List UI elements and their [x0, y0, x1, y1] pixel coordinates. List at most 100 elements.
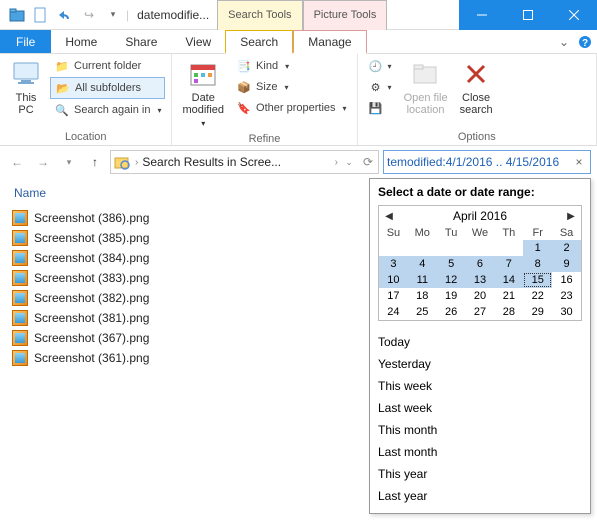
date-preset[interactable]: Today — [378, 333, 582, 351]
calendar-day[interactable]: 23 — [552, 288, 581, 304]
kind-button[interactable]: 📑Kind▾ — [232, 56, 351, 76]
window-title: datemodifie... — [129, 8, 217, 22]
collapse-ribbon-icon[interactable]: ⌄ — [555, 30, 573, 53]
date-preset[interactable]: This year — [378, 465, 582, 483]
maximize-button[interactable] — [505, 0, 551, 30]
all-subfolders-button[interactable]: 📂All subfolders — [50, 77, 165, 99]
calendar-day[interactable]: 28 — [494, 304, 523, 320]
size-button[interactable]: 📦Size▾ — [232, 77, 351, 97]
image-file-icon — [12, 310, 28, 326]
calendar-day[interactable]: 3 — [379, 256, 408, 272]
flyout-title: Select a date or date range: — [378, 185, 582, 199]
calendar-day[interactable]: 13 — [466, 272, 495, 288]
save-search-button[interactable]: 💾 — [364, 98, 396, 118]
file-name: Screenshot (367).png — [34, 331, 149, 345]
calendar-day[interactable]: 7 — [494, 256, 523, 272]
calendar-day — [379, 240, 408, 256]
calendar-day[interactable]: 29 — [523, 304, 552, 320]
back-button[interactable]: ← — [6, 151, 28, 173]
file-name: Screenshot (384).png — [34, 251, 149, 265]
date-preset[interactable]: Last month — [378, 443, 582, 461]
calendar-day[interactable]: 6 — [466, 256, 495, 272]
calendar-day[interactable]: 17 — [379, 288, 408, 304]
dow-label: Fr — [523, 226, 552, 240]
tab-view[interactable]: View — [171, 30, 225, 53]
advanced-options-button[interactable]: ⚙▾ — [364, 77, 396, 97]
calendar-day[interactable]: 30 — [552, 304, 581, 320]
image-file-icon — [12, 270, 28, 286]
refresh-icon[interactable]: ⟳ — [360, 151, 376, 173]
date-preset[interactable]: Last week — [378, 399, 582, 417]
tab-manage[interactable]: Manage — [293, 30, 366, 54]
date-preset[interactable]: Last year — [378, 487, 582, 505]
calendar-day[interactable]: 9 — [552, 256, 581, 272]
calendar-day[interactable]: 25 — [408, 304, 437, 320]
ribbon-group-refine: Date modified▾ 📑Kind▾ 📦Size▾ 🔖Other prop… — [172, 54, 357, 145]
date-preset[interactable]: Yesterday — [378, 355, 582, 373]
calendar-day[interactable]: 10 — [379, 272, 408, 288]
calendar-day[interactable]: 8 — [523, 256, 552, 272]
calendar-day[interactable]: 1 — [523, 240, 552, 256]
ribbon: This PC 📁Current folder 📂All subfolders … — [0, 54, 597, 146]
calendar-day[interactable]: 5 — [437, 256, 466, 272]
pc-icon — [10, 58, 42, 90]
search-input[interactable] — [387, 155, 571, 169]
search-box[interactable]: × — [383, 150, 591, 174]
next-month-icon[interactable]: ▶ — [565, 211, 577, 222]
calendar-day[interactable]: 12 — [437, 272, 466, 288]
image-file-icon — [12, 250, 28, 266]
date-modified-button[interactable]: Date modified▾ — [178, 56, 228, 132]
redo-icon[interactable]: ↪ — [78, 4, 100, 26]
search-again-button[interactable]: 🔍Search again in▾ — [50, 100, 165, 120]
calendar-day[interactable]: 11 — [408, 272, 437, 288]
calendar-day[interactable]: 21 — [494, 288, 523, 304]
history-dropdown[interactable]: ▾ — [58, 151, 80, 173]
prev-month-icon[interactable]: ◀ — [383, 211, 395, 222]
address-bar[interactable]: › Search Results in Scree... › ⌄ ⟳ — [110, 150, 379, 174]
calendar-day[interactable]: 18 — [408, 288, 437, 304]
date-preset[interactable]: This week — [378, 377, 582, 395]
up-button[interactable]: ↑ — [84, 151, 106, 173]
qat-dropdown-icon[interactable]: ▾ — [102, 4, 124, 26]
date-preset[interactable]: This month — [378, 421, 582, 439]
calendar-day[interactable]: 14 — [494, 272, 523, 288]
calendar-day[interactable]: 2 — [552, 240, 581, 256]
open-file-location-button: Open file location — [400, 56, 452, 118]
calendar-day[interactable]: 24 — [379, 304, 408, 320]
tab-search-tools[interactable]: Search Tools — [217, 0, 302, 30]
ribbon-tabs: File Home Share View Search Manage ⌄ ? — [0, 30, 597, 54]
tab-search[interactable]: Search — [225, 30, 293, 54]
calendar-day[interactable]: 16 — [552, 272, 581, 288]
address-dropdown-icon[interactable]: ⌄ — [342, 151, 356, 173]
dow-label: Mo — [408, 226, 437, 240]
recent-searches-button[interactable]: 🕘▾ — [364, 56, 396, 76]
calendar-day[interactable]: 15 — [523, 272, 552, 288]
tab-picture-tools[interactable]: Picture Tools — [303, 0, 388, 30]
search-icon: 🔍 — [54, 102, 70, 118]
undo-icon[interactable] — [54, 4, 76, 26]
calendar-day[interactable]: 26 — [437, 304, 466, 320]
dow-label: Th — [494, 226, 523, 240]
minimize-button[interactable] — [459, 0, 505, 30]
file-name: Screenshot (386).png — [34, 211, 149, 225]
dow-label: Tu — [437, 226, 466, 240]
tab-home[interactable]: Home — [51, 30, 111, 53]
calendar-month[interactable]: April 2016 — [453, 209, 507, 223]
calendar-day[interactable]: 22 — [523, 288, 552, 304]
other-properties-button[interactable]: 🔖Other properties▾ — [232, 98, 351, 118]
tab-file[interactable]: File — [0, 30, 51, 53]
current-folder-button[interactable]: 📁Current folder — [50, 56, 165, 76]
close-search-button[interactable]: Close search — [456, 56, 497, 118]
calendar-day[interactable]: 20 — [466, 288, 495, 304]
help-icon[interactable]: ? — [573, 30, 597, 53]
breadcrumb[interactable]: Search Results in Scree... — [142, 155, 330, 169]
clear-search-icon[interactable]: × — [571, 155, 587, 169]
tab-share[interactable]: Share — [111, 30, 171, 53]
calendar-day[interactable]: 27 — [466, 304, 495, 320]
close-icon — [460, 58, 492, 90]
this-pc-button[interactable]: This PC — [6, 56, 46, 118]
calendar: ◀ April 2016 ▶ SuMoTuWeThFrSa 1234567891… — [378, 205, 582, 321]
close-button[interactable] — [551, 0, 597, 30]
calendar-day[interactable]: 4 — [408, 256, 437, 272]
calendar-day[interactable]: 19 — [437, 288, 466, 304]
